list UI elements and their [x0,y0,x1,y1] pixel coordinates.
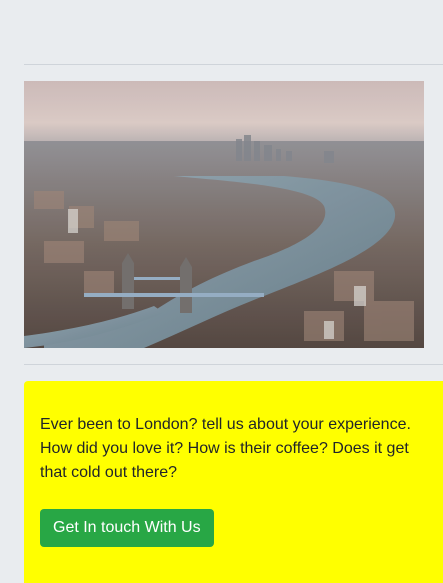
london-aerial-image [24,81,424,348]
cta-description: Ever been to London? tell us about your … [40,416,411,481]
bottom-divider [24,364,443,365]
get-in-touch-button[interactable]: Get In touch With Us [40,509,214,547]
london-photo [24,81,424,348]
top-divider [24,64,443,65]
contact-card: Ever been to London? tell us about your … [24,381,443,583]
